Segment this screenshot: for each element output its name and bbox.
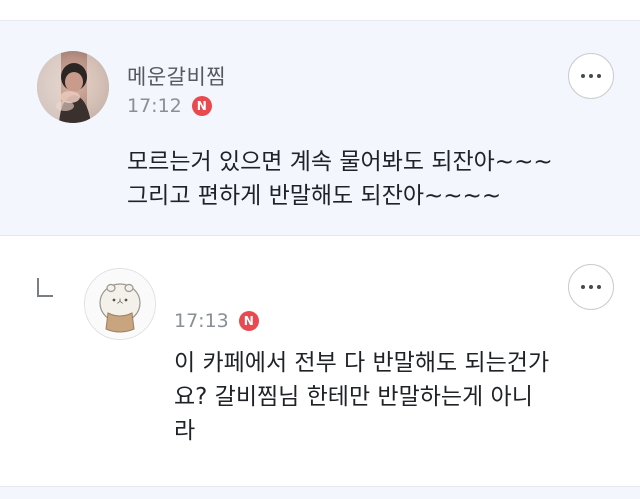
svg-text:ㅅ: ㅅ	[115, 297, 124, 308]
comment-time: 17:13	[174, 310, 229, 332]
comment-text-line: 그리고 편하게 반말해도 되잔아~~~~	[127, 183, 502, 209]
more-horizontal-icon	[581, 285, 601, 289]
comment-text-line: 요? 갈비찜님 한테만 반말하는게 아니	[174, 384, 533, 410]
comment-meta: 17:12 N	[127, 95, 212, 117]
comment-text: 모르는거 있으면 계속 물어봐도 되잔아~~~ 그리고 편하게 반말해도 되잔아…	[127, 145, 553, 213]
reply-item: ㅅ 17:13 N 이 카페에서 전부 다 반말해도 되는건가 요? 갈비찜님 …	[0, 236, 640, 486]
comment-text-line: 이 카페에서 전부 다 반말해도 되는건가	[174, 350, 550, 376]
comment-text: 이 카페에서 전부 다 반말해도 되는건가 요? 갈비찜님 한테만 반말하는게 …	[174, 346, 549, 448]
avatar[interactable]: ㅅ	[84, 268, 156, 340]
top-divider-area	[0, 0, 640, 20]
new-badge-icon: N	[238, 311, 259, 331]
comment-author[interactable]: 메운갈비찜	[127, 61, 226, 91]
more-options-button[interactable]	[568, 264, 614, 310]
next-comment-edge	[0, 486, 640, 499]
new-badge-icon: N	[191, 96, 212, 116]
avatar[interactable]	[37, 51, 109, 123]
comment-text-line: 모르는거 있으면 계속 물어봐도 되잔아~~~	[127, 149, 553, 175]
comment-text-line: 라	[174, 418, 196, 444]
comment-time: 17:12	[127, 95, 182, 117]
reply-arrow-icon	[37, 278, 53, 297]
more-horizontal-icon	[581, 74, 601, 78]
comment-item: 메운갈비찜 17:12 N 모르는거 있으면 계속 물어봐도 되잔아~~~ 그리…	[0, 20, 640, 236]
comment-meta: 17:13 N	[174, 310, 259, 332]
more-options-button[interactable]	[568, 53, 614, 99]
